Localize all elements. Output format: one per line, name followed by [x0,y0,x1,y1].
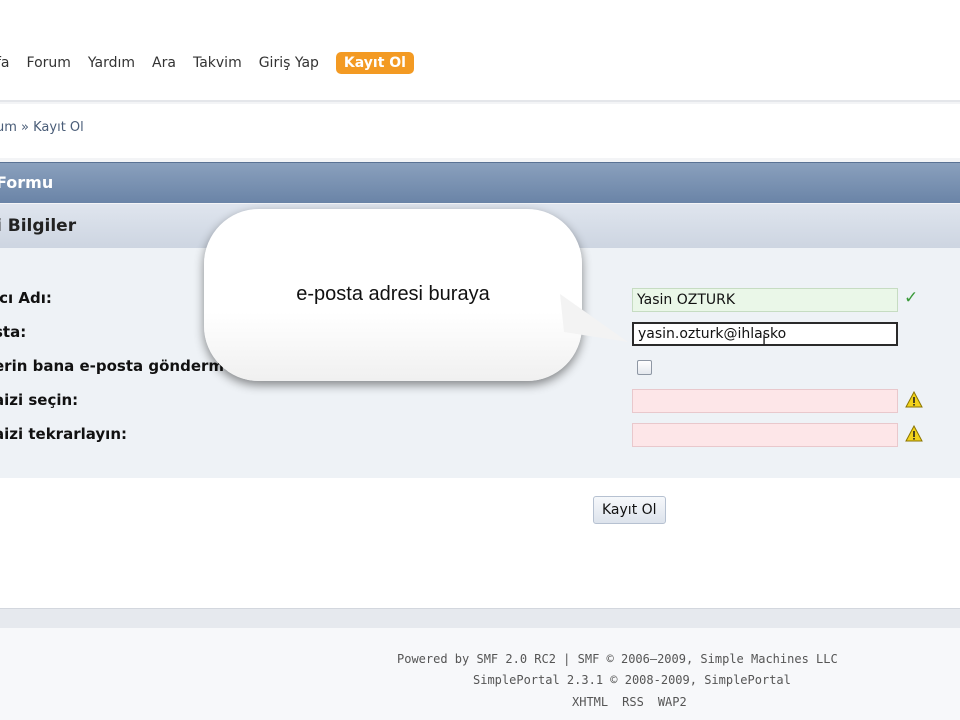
footer-links: XHTML RSS WAP2 [572,695,701,709]
confirm-password-label: aizi tekrarlayın: [0,425,127,443]
allow-email-checkbox[interactable] [637,360,652,375]
nav-item-calendar[interactable]: Takvim [193,55,242,71]
nav-item-forum[interactable]: Forum [27,55,71,71]
form-footer-area [0,478,960,608]
footer-link-rss[interactable]: RSS [622,695,644,709]
password-input[interactable] [632,389,898,413]
nav-item-search[interactable]: Ara [152,55,176,71]
footer-link-xhtml[interactable]: XHTML [572,695,608,709]
footer-divider [0,608,960,629]
footer-simpleportal: SimplePortal 2.3.1 © 2008-2009, SimplePo… [473,673,791,687]
tooltip-callout: e-posta adresi buraya [204,209,582,381]
category-bar: Formu [0,162,960,203]
confirm-password-input[interactable] [632,423,898,447]
callout-text: e-posta adresi buraya [296,283,490,305]
password-label: aizi seçin: [0,391,79,409]
warning-icon [905,391,923,408]
email-label: sta: [0,323,27,341]
main-menu: fa Forum Yardım Ara Takvim Giriş Yap Kay… [0,52,414,74]
nav-item-login[interactable]: Giriş Yap [259,55,319,71]
top-bar: fa Forum Yardım Ara Takvim Giriş Yap Kay… [0,0,960,102]
callout-pointer [560,294,628,342]
footer-link-wap2[interactable]: WAP2 [658,695,687,709]
breadcrumb[interactable]: um » Kayıt Ol [0,120,84,135]
warning-icon [905,425,923,442]
nav-item-home[interactable]: fa [0,55,10,71]
username-input[interactable] [632,288,898,312]
breadcrumb-bar: um » Kayıt Ol [0,104,960,158]
section-title: i Bilgiler [0,216,77,236]
register-button[interactable]: Kayıt Ol [593,496,666,524]
check-icon: ✓ [904,288,919,308]
allow-email-label: erin bana e-posta göndermes [0,357,244,375]
category-title: Formu [0,173,54,192]
username-label: ıcı Adı: [0,289,52,307]
text-cursor-icon: I [762,333,767,349]
footer-powered-by: Powered by SMF 2.0 RC2 | SMF © 2006–2009… [397,652,838,666]
nav-item-register[interactable]: Kayıt Ol [335,52,414,74]
nav-item-help[interactable]: Yardım [88,55,135,71]
